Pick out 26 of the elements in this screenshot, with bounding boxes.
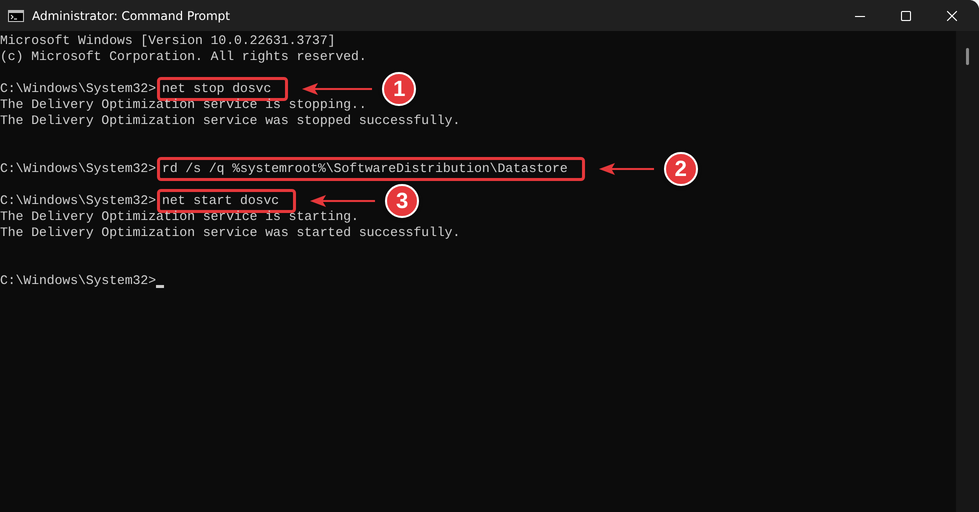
output-line: (c) Microsoft Corporation. All rights reserved. xyxy=(0,49,367,65)
output-line: The Delivery Optimization service is starting. xyxy=(0,209,359,225)
command-text: net start dosvc xyxy=(162,193,280,209)
output-line: The Delivery Optimization service is stopping.. xyxy=(0,97,367,113)
console-icon xyxy=(8,10,24,22)
command-text: rd /s /q %systemroot%\SoftwareDistribution\Datastore xyxy=(162,161,568,177)
scrollbar[interactable] xyxy=(956,31,979,512)
arrow-icon xyxy=(598,162,654,176)
text-cursor xyxy=(156,285,164,288)
scrollbar-thumb[interactable] xyxy=(966,48,969,65)
prompt-text: C:\Windows\System32> xyxy=(0,273,156,289)
prompt-text: C:\Windows\System32> xyxy=(0,81,156,97)
output-line: Microsoft Windows [Version 10.0.22631.3737] xyxy=(0,33,336,49)
step-number-badge: 3 xyxy=(385,184,420,218)
arrow-icon xyxy=(310,194,376,208)
step-number-badge: 1 xyxy=(382,72,416,106)
maximize-icon xyxy=(901,10,911,20)
arrow-icon xyxy=(302,82,372,96)
output-line: The Delivery Optimization service was started successfully. xyxy=(0,225,460,241)
window-title: Administrator: Command Prompt xyxy=(32,8,230,24)
step-number-badge: 2 xyxy=(664,152,698,186)
prompt-text: C:\Windows\System32> xyxy=(0,161,156,177)
close-icon xyxy=(947,10,957,20)
command-text: net stop dosvc xyxy=(162,81,272,97)
prompt-text: C:\Windows\System32> xyxy=(0,193,156,209)
output-line: The Delivery Optimization service was stopped successfully. xyxy=(0,113,460,129)
